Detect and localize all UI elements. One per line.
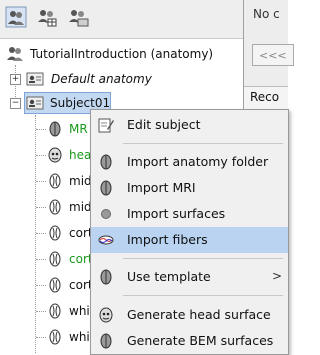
menu-label: Generate BEM surfaces [127,333,274,348]
expand-icon[interactable]: + [10,74,21,85]
menu-separator [123,258,283,259]
people-folder-icon [69,10,89,27]
menu-item-import-mri[interactable]: Import MRI [91,175,288,201]
recordings-header: Reco [244,86,288,110]
surface-icon [46,276,64,294]
menu-label: Use template [127,269,211,284]
child-label: hea [69,148,92,162]
anatomy-view-button[interactable] [36,6,58,28]
menu-label: Generate head surface [127,307,271,322]
menu-label: Import anatomy folder [127,154,269,169]
menu-label: Import surfaces [127,206,226,221]
menu-item-import-surfaces[interactable]: Import surfaces [91,201,288,227]
brain-icon [97,179,115,197]
dot-icon [97,205,115,223]
surface-icon [46,198,64,216]
subject-card-icon [26,70,44,88]
brain-icon [97,268,115,286]
subject-context-menu: Edit subject Import anatomy folder Impor… [90,109,289,355]
head-icon [46,146,64,164]
menu-item-generate-bem-surfaces[interactable]: Generate BEM surfaces [91,328,288,354]
people-grid-icon [38,10,57,27]
default-anatomy-label: Default anatomy [51,72,152,86]
surface-icon [46,224,64,242]
people-icon [5,6,27,28]
functional-view-button[interactable] [5,6,27,28]
surface-icon [46,250,64,268]
recordings-label: Reco [250,90,280,104]
protocol-icon [6,45,24,63]
fibers-icon [97,231,115,249]
child-label: mid [69,200,92,214]
subject-card-icon [26,94,44,112]
head-icon [97,306,115,324]
child-label: MR [69,122,88,136]
tree-root[interactable]: TutorialIntroduction (anatomy) [0,43,240,65]
menu-item-import-anatomy-folder[interactable]: Import anatomy folder [91,149,288,175]
menu-item-use-template[interactable]: Use template > [91,264,288,290]
study-view-button[interactable] [67,6,89,28]
menu-label: Edit subject [127,117,201,132]
child-label: mid [69,174,92,188]
menu-label: Import fibers [127,232,208,247]
explorer-toolbar [0,0,243,39]
brain-icon [46,120,64,138]
surface-icon [46,302,64,320]
surface-icon [46,172,64,190]
submenu-arrow-icon: > [271,269,282,283]
brain-icon [97,153,115,171]
menu-item-import-fibers[interactable]: Import fibers [91,227,288,253]
navigate-back-button[interactable]: <<< [252,44,294,66]
menu-label: Import MRI [127,180,196,195]
tree-item-default-anatomy[interactable]: + Default anatomy [0,68,240,90]
brain-icon [97,332,115,350]
subject-name: Subject01 [50,96,111,110]
menu-item-generate-head-surface[interactable]: Generate head surface [91,302,288,328]
menu-separator [123,143,283,144]
surface-icon [46,328,64,346]
menu-separator [123,295,283,296]
no-selection-label: No c [253,7,280,21]
menu-item-edit-subject[interactable]: Edit subject [91,112,288,138]
protocol-name: TutorialIntroduction (anatomy) [30,47,214,61]
collapse-icon[interactable]: − [10,98,21,109]
edit-icon [97,116,115,134]
